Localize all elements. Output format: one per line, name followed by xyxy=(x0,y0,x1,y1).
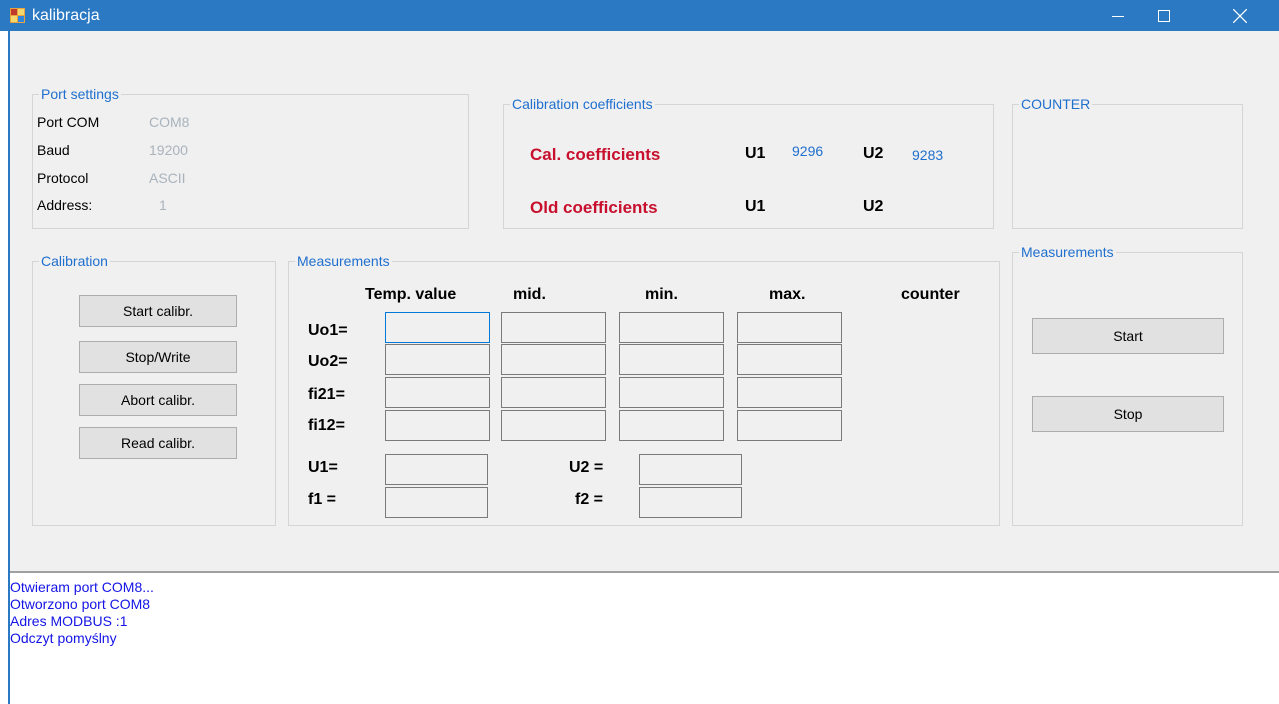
log-line: Odczyt pomyślny xyxy=(10,630,117,646)
counter-legend: COUNTER xyxy=(1021,96,1091,112)
old-coefficients-label: Old coefficients xyxy=(530,198,658,217)
calibration-legend: Calibration xyxy=(41,253,108,269)
u2-label: U2 = xyxy=(569,459,604,476)
log-line: Otwieram port COM8... xyxy=(10,579,154,595)
fi12-mid-field[interactable] xyxy=(501,410,606,441)
minimize-icon xyxy=(1112,15,1124,17)
maximize-icon xyxy=(1158,9,1170,22)
measurements-control-group: Measurements xyxy=(1012,244,1243,526)
minimize-button[interactable] xyxy=(1095,0,1141,31)
close-icon xyxy=(1233,8,1247,23)
row-label-uo1: Uo1= xyxy=(308,322,348,339)
protocol-value: ASCII xyxy=(149,170,186,186)
baud-value: 19200 xyxy=(149,142,188,158)
measurements-legend: Measurements xyxy=(297,253,390,269)
measurements-control-legend: Measurements xyxy=(1021,244,1114,260)
uo2-max-field[interactable] xyxy=(737,344,842,375)
start-button[interactable]: Start xyxy=(1032,318,1224,354)
cal-u1-value: 9296 xyxy=(792,143,824,159)
row-label-fi21: fi21= xyxy=(308,386,345,403)
port-com-value: COM8 xyxy=(149,114,190,130)
title-bar[interactable]: kalibracja xyxy=(0,0,1279,31)
header-mid: mid. xyxy=(513,286,546,303)
row-label-uo2: Uo2= xyxy=(308,353,348,370)
header-max: max. xyxy=(769,286,806,303)
protocol-label: Protocol xyxy=(37,170,89,186)
close-button[interactable] xyxy=(1217,0,1263,31)
f2-field[interactable] xyxy=(639,487,742,518)
port-com-label: Port COM xyxy=(37,114,100,130)
calibration-coefficients-legend: Calibration coefficients xyxy=(512,96,653,112)
counter-group: COUNTER xyxy=(1012,96,1243,229)
fi21-max-field[interactable] xyxy=(737,377,842,408)
uo1-min-field[interactable] xyxy=(619,312,724,343)
fi12-min-field[interactable] xyxy=(619,410,724,441)
window-title: kalibracja xyxy=(32,7,100,24)
start-calibr-button[interactable]: Start calibr. xyxy=(79,295,237,327)
abort-calibr-button[interactable]: Abort calibr. xyxy=(79,384,237,416)
stop-write-button[interactable]: Stop/Write xyxy=(79,341,237,373)
baud-label: Baud xyxy=(37,142,70,158)
uo2-mid-field[interactable] xyxy=(501,344,606,375)
u2-field[interactable] xyxy=(639,454,742,485)
uo2-min-field[interactable] xyxy=(619,344,724,375)
uo1-temp-field[interactable] xyxy=(385,312,490,343)
u1-label: U1= xyxy=(308,459,338,476)
uo2-temp-field[interactable] xyxy=(385,344,490,375)
log-line: Otworzono port COM8 xyxy=(10,596,151,612)
header-counter: counter xyxy=(901,286,960,303)
fi21-min-field[interactable] xyxy=(619,377,724,408)
f1-field[interactable] xyxy=(385,487,488,518)
cal-u2-value: 9283 xyxy=(912,147,944,163)
cal-u1-label: U1 xyxy=(745,145,766,162)
old-u2-label: U2 xyxy=(863,198,884,215)
uo1-max-field[interactable] xyxy=(737,312,842,343)
f1-label: f1 = xyxy=(308,491,337,508)
port-settings-group: Port settings xyxy=(32,86,469,229)
fi12-temp-field[interactable] xyxy=(385,410,490,441)
f2-label: f2 = xyxy=(575,491,604,508)
log-textbox[interactable]: Otwieram port COM8... Otworzono port COM… xyxy=(10,571,1279,704)
cal-u2-label: U2 xyxy=(863,145,884,162)
u1-field[interactable] xyxy=(385,454,488,485)
log-line: Adres MODBUS :1 xyxy=(10,613,128,629)
fi12-max-field[interactable] xyxy=(737,410,842,441)
stop-button[interactable]: Stop xyxy=(1032,396,1224,432)
header-min: min. xyxy=(645,286,678,303)
row-label-fi12: fi12= xyxy=(308,417,345,434)
maximize-button[interactable] xyxy=(1141,0,1187,31)
port-settings-legend: Port settings xyxy=(41,86,119,102)
old-u1-label: U1 xyxy=(745,198,766,215)
client-area: Port settings Port COM COM8 Baud 19200 P… xyxy=(10,31,1279,571)
app-icon xyxy=(10,8,25,23)
address-value: 1 xyxy=(159,197,167,213)
read-calibr-button[interactable]: Read calibr. xyxy=(79,427,237,459)
address-label: Address: xyxy=(37,197,93,213)
cal-coefficients-label: Cal. coefficients xyxy=(530,145,661,164)
uo1-mid-field[interactable] xyxy=(501,312,606,343)
fi21-mid-field[interactable] xyxy=(501,377,606,408)
fi21-temp-field[interactable] xyxy=(385,377,490,408)
header-temp-value: Temp. value xyxy=(365,286,457,303)
